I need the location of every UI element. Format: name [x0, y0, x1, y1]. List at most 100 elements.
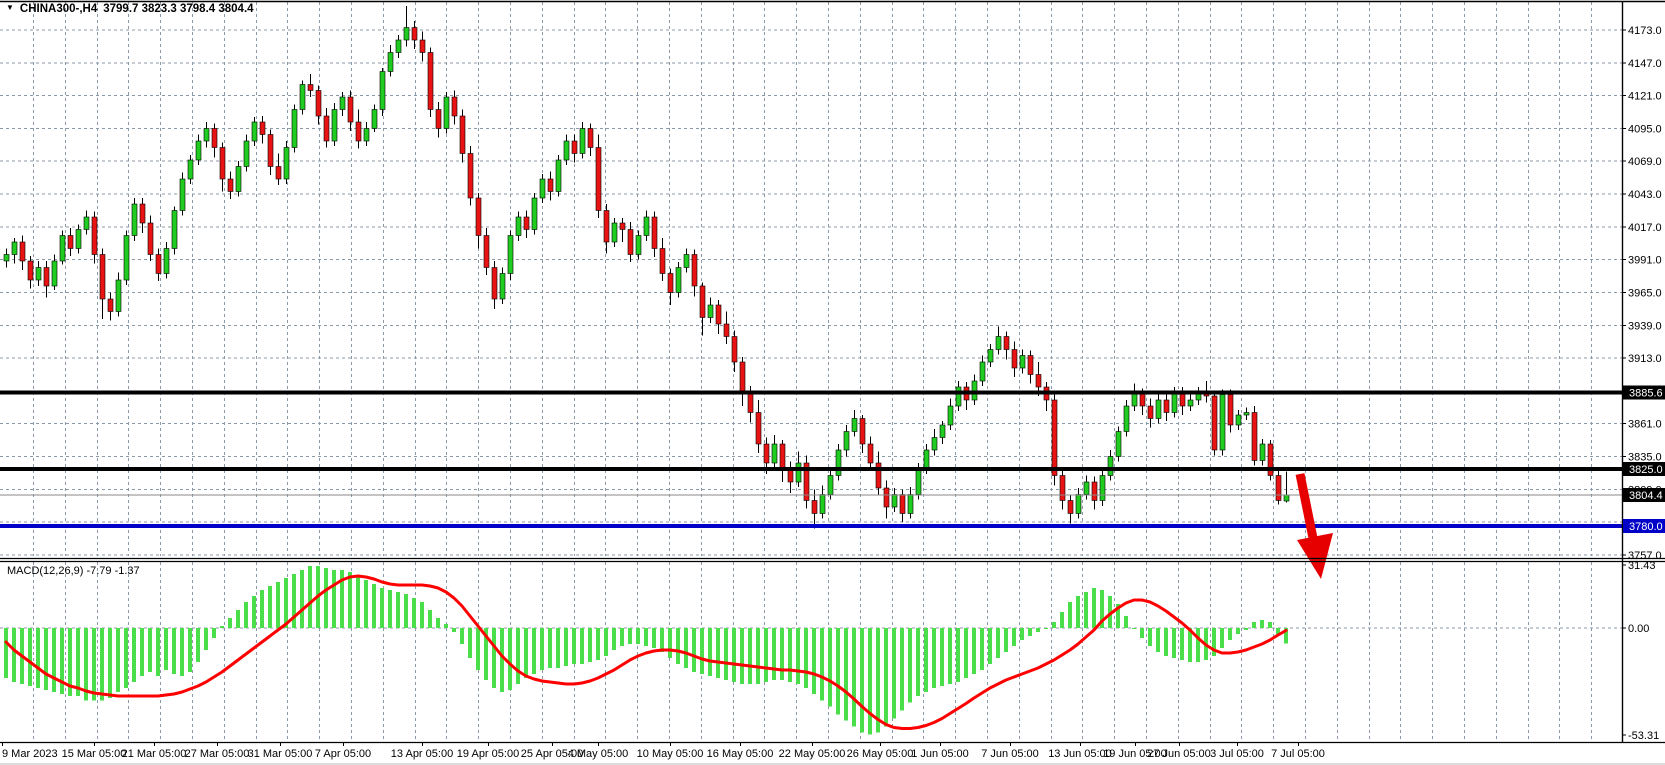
macd-bar [228, 618, 232, 628]
time-tick-label: 10 May 05:00 [637, 748, 704, 760]
candle-body [820, 495, 825, 514]
candle-body [932, 438, 937, 451]
candle-body [1188, 400, 1193, 406]
macd-bar [756, 628, 760, 684]
candle-body [868, 444, 873, 463]
macd-bar [860, 628, 864, 733]
macd-bar [404, 594, 408, 628]
macd-bar [676, 628, 680, 664]
candle-body [1156, 400, 1161, 419]
macd-bar [252, 596, 256, 628]
candle-body [1108, 457, 1113, 476]
candle-body [500, 274, 505, 300]
time-tick-label: 15 Mar 05:00 [62, 748, 127, 760]
candle-body [36, 268, 41, 281]
candle-body [244, 141, 249, 167]
candle-body [100, 255, 105, 300]
macd-bar [156, 628, 160, 676]
chart-window: 4173.04147.04121.04095.04069.04043.04017… [0, 0, 1665, 765]
arrow-head[interactable] [1297, 533, 1333, 579]
candle-body [636, 236, 641, 255]
time-axis[interactable]: 9 Mar 202315 Mar 05:0021 Mar 05:0027 Mar… [2, 742, 1325, 760]
macd-bar [636, 628, 640, 644]
candle-body [148, 223, 153, 255]
candle-body [668, 274, 673, 293]
candle-body [1020, 356, 1025, 369]
candle-body [1140, 394, 1145, 407]
candle-body [1028, 356, 1033, 375]
macd-bar [1020, 628, 1024, 640]
macd-bar [516, 628, 520, 684]
candle-body [532, 198, 537, 230]
macd-bar [236, 610, 240, 628]
candle-body [1172, 394, 1177, 413]
macd-bar [476, 628, 480, 670]
macd-bar [748, 628, 752, 684]
candle-body [1100, 476, 1105, 501]
macd-bar [4, 628, 8, 678]
macd-tick-label: 31.43 [1628, 560, 1656, 572]
macd-bar [868, 628, 872, 735]
candle-body [540, 179, 545, 198]
macd-bar [148, 628, 152, 672]
macd-bar [332, 570, 336, 628]
level-lines[interactable] [0, 393, 1622, 527]
time-tick-label: 7 Jul 05:00 [1271, 748, 1325, 760]
candle-body [724, 324, 729, 337]
candle-body [380, 72, 385, 110]
candle-body [860, 419, 865, 445]
candle-body [236, 167, 241, 192]
price-tick-label: 3965.0 [1628, 288, 1662, 300]
macd-bar [308, 566, 312, 628]
macd-bar [244, 602, 248, 628]
candle-body [324, 116, 329, 141]
price-tick-label: 3991.0 [1628, 255, 1662, 267]
candle-body [4, 255, 9, 262]
macd-bar [1236, 628, 1240, 634]
candle-body [444, 97, 449, 129]
price-chart-canvas[interactable]: 4173.04147.04121.04095.04069.04043.04017… [0, 0, 1665, 765]
candle-body [476, 198, 481, 236]
macd-bar [1220, 628, 1224, 648]
arrow-shaft[interactable] [1300, 474, 1314, 543]
macd-bar [764, 628, 768, 682]
macd-bar [1092, 588, 1096, 628]
macd-bar [420, 602, 424, 628]
candle-body [84, 217, 89, 230]
candle-body [28, 261, 33, 280]
candle-body [300, 85, 305, 110]
candle-body [900, 495, 905, 514]
time-tick-label: 16 May 05:00 [707, 748, 774, 760]
macd-bar [972, 628, 976, 674]
macd-bar [356, 576, 360, 628]
macd-bar [260, 590, 264, 628]
time-tick-label: 4 May 05:00 [568, 748, 629, 760]
macd-bar [588, 628, 592, 662]
candle-body [956, 387, 961, 406]
macd-bar [500, 628, 504, 692]
candle-body [620, 223, 625, 230]
candle-body [68, 236, 73, 249]
candle-body [1276, 476, 1281, 501]
candle-body [1228, 395, 1233, 426]
chevron-down-icon[interactable]: ▼ [6, 4, 14, 12]
price-axis[interactable]: 4173.04147.04121.04095.04069.04043.04017… [1622, 25, 1662, 562]
candle-body [388, 53, 393, 72]
candle-body [1164, 400, 1169, 413]
macd-grid [0, 562, 1622, 741]
macd-bar [1076, 596, 1080, 628]
panel-divider[interactable] [0, 559, 1665, 562]
time-tick-label: 19 Apr 05:00 [457, 748, 519, 760]
candle-body [644, 217, 649, 236]
macd-bar [492, 628, 496, 688]
macd-bar [100, 628, 104, 701]
macd-bar [1068, 602, 1072, 628]
candle-body [884, 488, 889, 507]
macd-bar [692, 628, 696, 672]
candle-body [52, 261, 57, 286]
candle-body [940, 425, 945, 438]
candle-body [916, 469, 921, 495]
price-tick-label: 3861.0 [1628, 419, 1662, 431]
price-badge-label: 3885.6 [1629, 388, 1663, 400]
macd-bar [28, 628, 32, 686]
